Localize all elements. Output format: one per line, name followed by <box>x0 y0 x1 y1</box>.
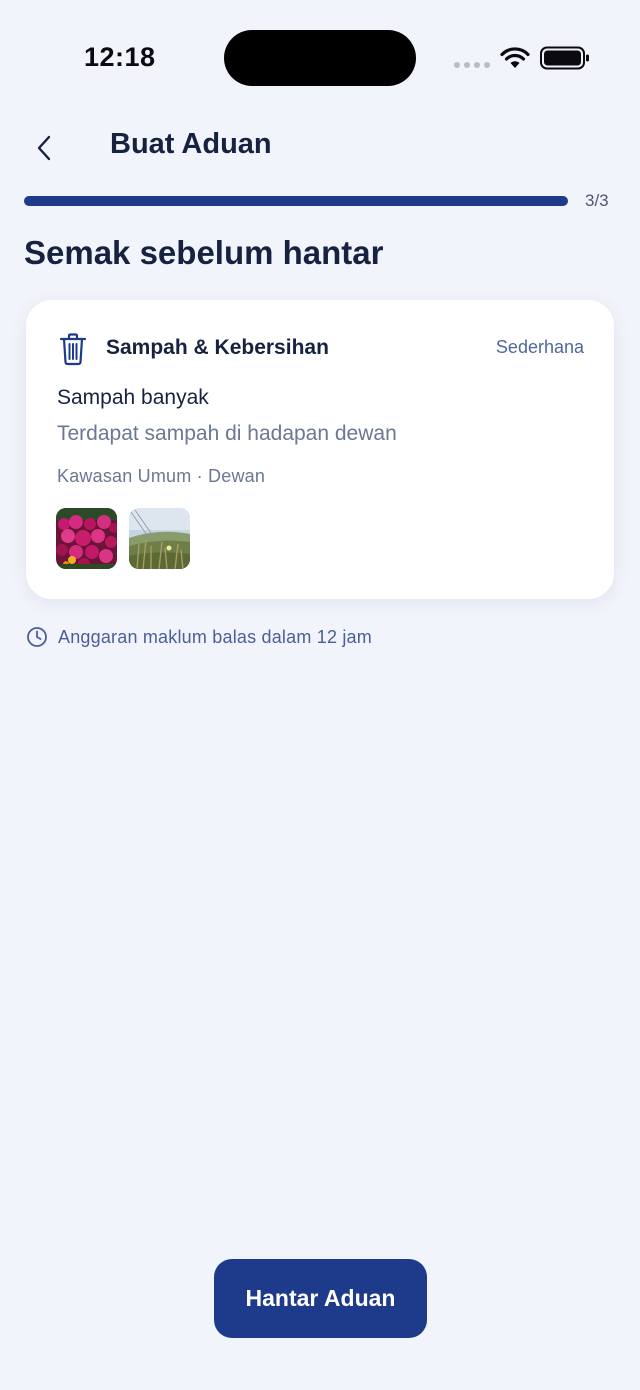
progress-fill <box>24 196 568 206</box>
progress-label: 3/3 <box>585 191 609 210</box>
complaint-location: Kawasan Umum · Dewan <box>57 466 266 486</box>
battery-icon <box>540 46 589 70</box>
wifi-icon <box>500 47 530 68</box>
back-button[interactable] <box>26 128 62 168</box>
trash-icon <box>59 333 87 366</box>
photo-thumbnail-field[interactable] <box>129 508 190 569</box>
cellular-signal-icon <box>454 62 490 68</box>
complaint-title: Sampah banyak <box>57 386 209 409</box>
eta-note: Anggaran maklum balas dalam 12 jam <box>26 626 372 648</box>
photo-list <box>56 508 190 569</box>
submit-complaint-button[interactable]: Hantar Aduan <box>214 1259 427 1338</box>
eta-text: Anggaran maklum balas dalam 12 jam <box>58 626 372 647</box>
screen: 12:18 Buat Aduan 3/3 Semak sebelum hanta… <box>0 0 640 1390</box>
section-title: Semak sebelum hantar <box>24 234 384 271</box>
dynamic-island <box>224 30 416 86</box>
category-label: Sampah & Kebersihan <box>106 336 329 359</box>
page-title: Buat Aduan <box>110 128 272 160</box>
severity-label: Sederhana <box>495 337 584 357</box>
clock-icon <box>27 627 47 647</box>
progress-bar <box>24 196 568 206</box>
status-time: 12:18 <box>84 42 156 72</box>
summary-card: Sampah & Kebersihan Sederhana Sampah ban… <box>26 300 614 599</box>
chevron-left-icon <box>37 135 51 161</box>
photo-thumbnail-flowers[interactable] <box>56 508 117 569</box>
complaint-description: Terdapat sampah di hadapan dewan <box>57 422 397 445</box>
